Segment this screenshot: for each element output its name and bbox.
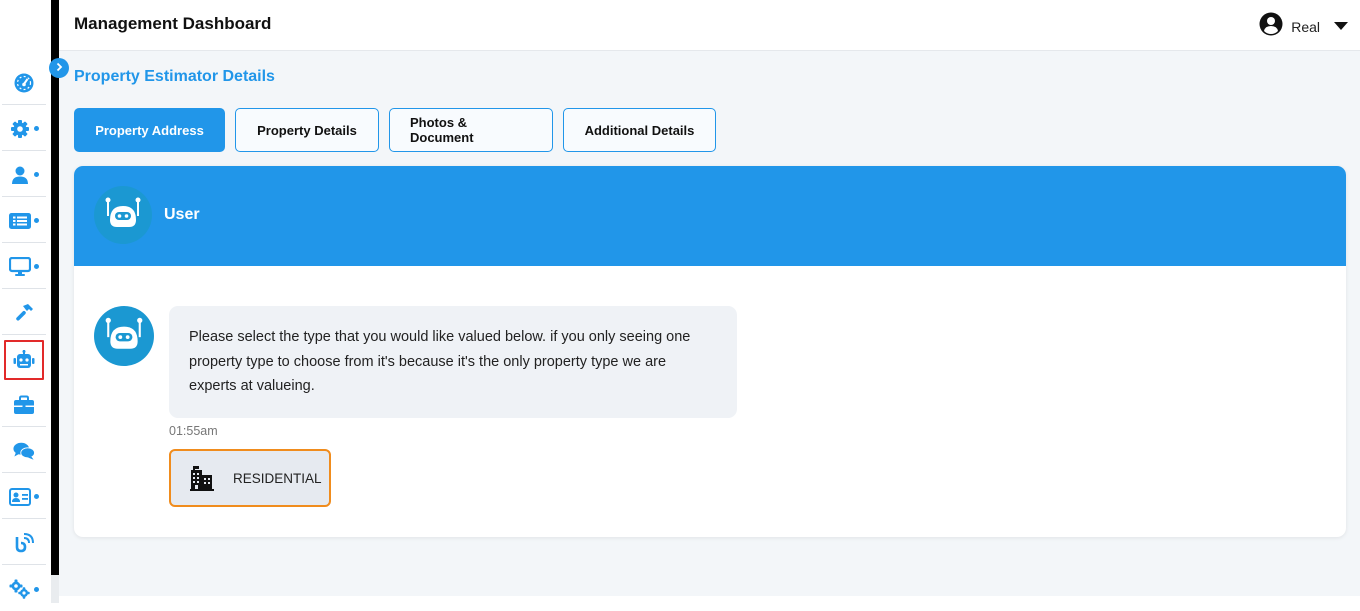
robot-icon [13,349,35,371]
chat-header: User [74,166,1346,266]
chat-header-name: User [164,206,200,223]
list-icon [9,210,31,232]
gear-icon [9,118,31,140]
submenu-indicator [34,126,39,131]
sidebar-item-integrations[interactable] [2,521,46,565]
sidebar-item-advanced-settings[interactable] [2,567,46,611]
sidebar-divider [51,0,59,575]
tab-property-address[interactable]: Property Address [74,108,225,152]
monitor-icon [9,256,31,278]
building-icon [189,465,215,491]
tab-bar: Property Address Property Details Photos… [74,108,716,152]
submenu-indicator [34,172,39,177]
sidebar-item-users[interactable] [2,153,46,197]
robot-icon [103,196,143,235]
sidebar-item-chat[interactable] [2,429,46,473]
gauge-icon [13,72,35,94]
submenu-indicator [34,264,39,269]
tab-additional-details[interactable]: Additional Details [563,108,716,152]
user-name: Real [1291,18,1320,35]
top-bar: Management Dashboard Real [59,0,1360,51]
sidebar [0,0,46,603]
chat-card: User Please select the type that you wou… [74,166,1346,537]
signal-icon [13,532,35,554]
comments-icon [13,440,35,462]
option-residential-button[interactable]: RESIDENTIAL [169,449,331,507]
sidebar-item-jobs[interactable] [2,383,46,427]
chevron-right-icon [54,59,64,77]
user-circle-icon [1259,12,1283,41]
sidebar-item-dashboard[interactable] [2,61,46,105]
sidebar-item-contacts[interactable] [2,475,46,519]
hammer-icon [13,302,35,324]
sidebar-item-tools[interactable] [2,291,46,335]
tab-photos-document[interactable]: Photos & Document [389,108,553,152]
submenu-indicator [34,218,39,223]
sidebar-item-display[interactable] [2,245,46,289]
tab-property-details[interactable]: Property Details [235,108,379,152]
message-timestamp: 01:55am [169,424,218,438]
user-icon [9,164,31,186]
robot-icon [103,316,145,357]
sidebar-item-bot[interactable] [2,338,46,382]
main-content: Management Dashboard Real Property Estim… [59,0,1360,596]
user-menu[interactable]: Real [1259,12,1348,41]
message-bot-avatar [94,306,154,366]
caret-down-icon [1334,18,1348,36]
bottom-strip [59,596,1360,603]
bot-avatar [94,186,152,244]
app-title: Management Dashboard [74,14,272,33]
sidebar-item-list[interactable] [2,199,46,243]
submenu-indicator [34,586,39,592]
briefcase-icon [13,394,35,416]
message-bubble: Please select the type that you would li… [169,306,737,418]
sidebar-toggle-button[interactable] [49,58,69,78]
sidebar-scrollbar[interactable] [51,575,59,603]
option-label: RESIDENTIAL [233,470,322,486]
submenu-indicator [34,494,39,499]
id-card-icon [9,486,31,508]
sidebar-item-settings[interactable] [2,107,46,151]
gears-icon [9,578,31,600]
section-title: Property Estimator Details [74,68,275,85]
